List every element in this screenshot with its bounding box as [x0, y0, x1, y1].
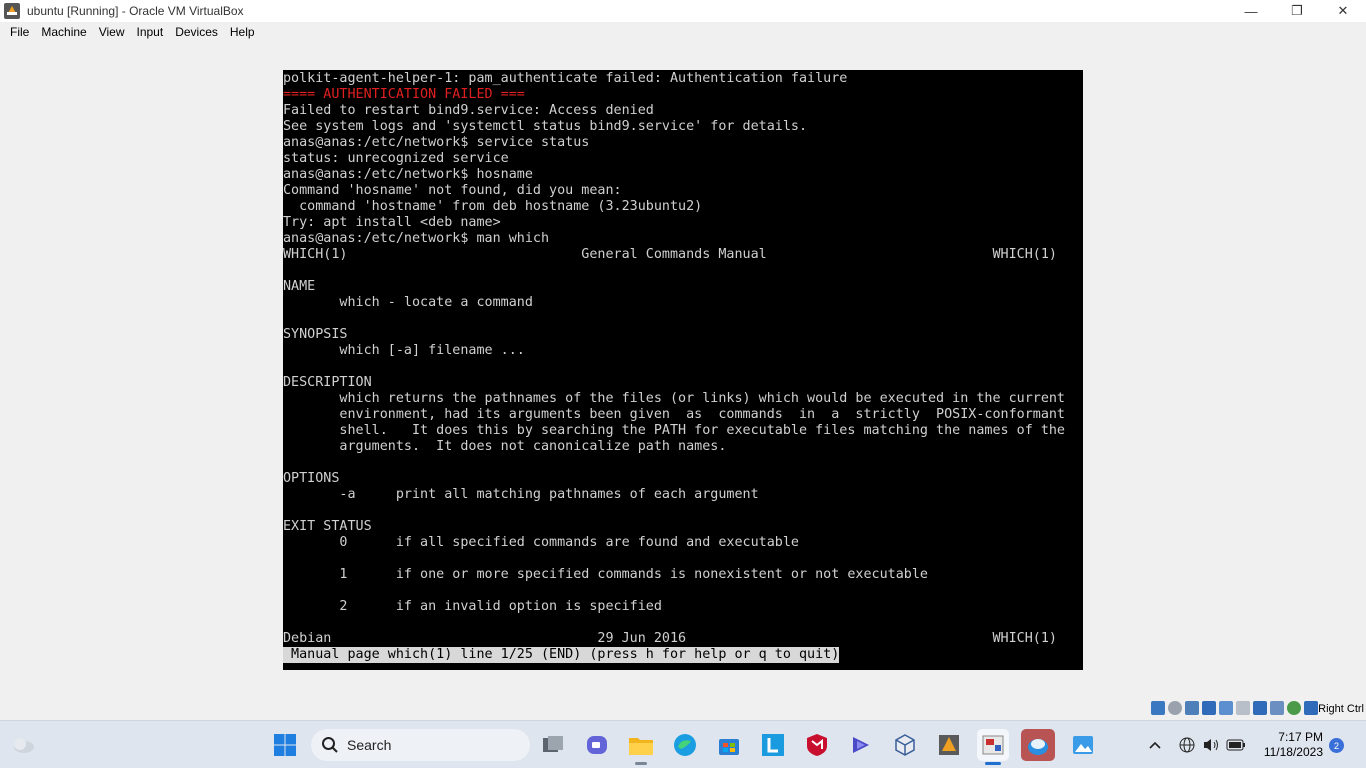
terminal-line: which returns the pathnames of the files… [283, 391, 1065, 406]
file-explorer-icon[interactable] [625, 729, 657, 765]
notification-badge[interactable]: 2 [1329, 738, 1344, 753]
menu-devices[interactable]: Devices [170, 25, 223, 39]
window-titlebar: ubuntu [Running] - Oracle VM VirtualBox … [0, 0, 1366, 22]
host-key-label: Right Ctrl [1318, 703, 1364, 715]
man-footer-line: Debian 29 Jun 2016 WHICH(1) [283, 631, 1057, 646]
terminal-line: anas@anas:/etc/network$ hosname [283, 167, 533, 182]
terminal-line: which - locate a command [283, 295, 533, 310]
pager-status-line: Manual page which(1) line 1/25 (END) (pr… [283, 647, 840, 663]
virtualbox-cube-icon[interactable] [889, 729, 921, 761]
man-section-heading: DESCRIPTION [283, 375, 372, 390]
terminal-line: Try: apt install <deb name> [283, 215, 501, 230]
audio-icon[interactable] [1185, 701, 1199, 715]
terminal-line: command 'hostname' from deb hostname (3.… [283, 199, 703, 214]
terminal-line: -a print all matching pathnames of each … [283, 487, 759, 502]
vt-x-icon[interactable] [1287, 701, 1301, 715]
minimize-button[interactable]: — [1228, 0, 1274, 22]
photos-icon[interactable] [1067, 729, 1099, 761]
terminal-line: See system logs and 'systemctl status bi… [283, 119, 808, 134]
l-app-icon[interactable] [757, 729, 789, 761]
recording-icon[interactable] [1270, 701, 1284, 715]
shared-folders-icon[interactable] [1236, 701, 1250, 715]
man-header-line: WHICH(1) General Commands Manual WHICH(1… [283, 247, 1057, 262]
menu-view[interactable]: View [94, 25, 130, 39]
usb-icon[interactable] [1219, 701, 1233, 715]
man-section-heading: SYNOPSIS [283, 327, 348, 342]
display-icon[interactable] [1253, 701, 1267, 715]
copilot-app-icon[interactable] [845, 729, 877, 761]
volume-icon[interactable] [1201, 729, 1221, 761]
terminal-line: which [-a] filename ... [283, 343, 525, 358]
virtualbox-vm-icon[interactable] [977, 729, 1009, 765]
menu-input[interactable]: Input [132, 25, 169, 39]
virtualbox-manager-icon[interactable] [933, 729, 965, 761]
mouse-integration-icon[interactable] [1304, 701, 1318, 715]
search-label: Search [347, 737, 392, 753]
mcafee-icon[interactable] [801, 729, 833, 761]
language-globe-icon[interactable] [1177, 729, 1197, 761]
terminal-line: 0 if all specified commands are found an… [283, 535, 799, 550]
terminal-line: polkit-agent-helper-1: pam_authenticate … [283, 71, 848, 86]
man-section-heading: OPTIONS [283, 471, 340, 486]
window-title: ubuntu [Running] - Oracle VM VirtualBox [27, 4, 244, 18]
menu-help[interactable]: Help [225, 25, 260, 39]
search-icon [322, 737, 338, 753]
taskbar: Search 7:17 PM 11/18/2023 2 [0, 720, 1366, 768]
vbox-status-bar: Right Ctrl [0, 699, 1366, 720]
virtualbox-app-icon [4, 3, 20, 19]
restore-button[interactable]: ❐ [1274, 0, 1320, 22]
terminal-line: shell. It does this by searching the PAT… [283, 423, 1065, 438]
optical-drive-icon[interactable] [1168, 701, 1182, 715]
close-button[interactable]: ✕ [1320, 0, 1366, 22]
taskbar-search-box[interactable]: Search [311, 729, 530, 761]
man-section-heading: EXIT STATUS [283, 519, 372, 534]
show-hidden-icons-icon[interactable] [1144, 729, 1166, 761]
terminal-line: environment, had its arguments been give… [283, 407, 1065, 422]
teams-chat-icon[interactable] [581, 729, 613, 761]
man-section-heading: NAME [283, 279, 316, 294]
menu-bar: File Machine View Input Devices Help [0, 22, 1366, 42]
running-indicator [635, 762, 647, 765]
task-view-icon[interactable] [537, 729, 569, 761]
terminal-line: status: unrecognized service [283, 151, 509, 166]
terminal-line: Command 'hosname' not found, did you mea… [283, 183, 622, 198]
start-button[interactable] [269, 729, 301, 761]
clock-date: 11/18/2023 [1263, 745, 1323, 759]
terminal-line: anas@anas:/etc/network$ man which [283, 231, 550, 246]
ubuntu-vm-icon[interactable] [1021, 729, 1055, 761]
microsoft-store-icon[interactable] [713, 729, 745, 761]
edge-browser-icon[interactable] [669, 729, 701, 761]
vm-terminal-screen[interactable]: polkit-agent-helper-1: pam_authenticate … [283, 70, 1083, 670]
terminal-line: 2 if an invalid option is specified [283, 599, 662, 614]
terminal-line: Failed to restart bind9.service: Access … [283, 103, 654, 118]
network-icon[interactable] [1202, 701, 1216, 715]
taskbar-clock[interactable]: 7:17 PM 11/18/2023 [1264, 730, 1323, 760]
active-indicator [985, 762, 1001, 765]
battery-icon[interactable] [1225, 729, 1247, 761]
terminal-line: 1 if one or more specified commands is n… [283, 567, 928, 582]
clock-time: 7:17 PM [1278, 730, 1323, 744]
terminal-line: arguments. It does not canonicalize path… [283, 439, 727, 454]
terminal-error-line: ==== AUTHENTICATION FAILED === [283, 87, 525, 102]
weather-widget-icon[interactable] [7, 729, 39, 761]
menu-machine[interactable]: Machine [36, 25, 91, 39]
terminal-line: anas@anas:/etc/network$ service status [283, 135, 590, 150]
hard-disk-icon[interactable] [1151, 701, 1165, 715]
menu-file[interactable]: File [5, 25, 34, 39]
